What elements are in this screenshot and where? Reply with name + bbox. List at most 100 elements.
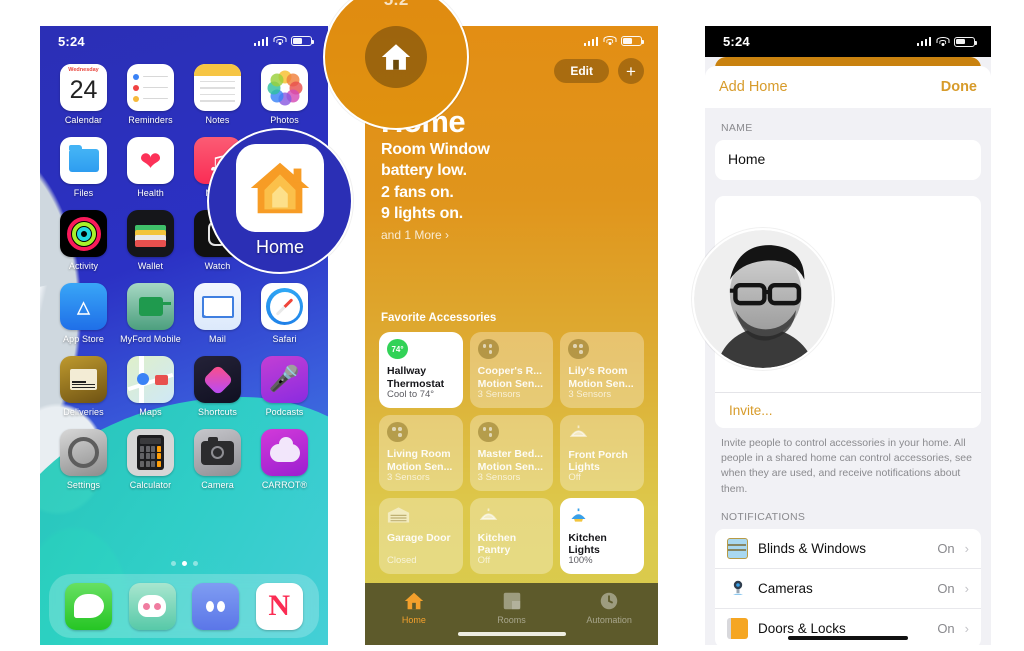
app-mail[interactable]: Mail xyxy=(184,283,251,344)
accessory-tile-livingroom-motion[interactable]: Living Room Motion Sen... 3 Sensors xyxy=(379,415,463,492)
app-wallet[interactable]: Wallet xyxy=(117,210,184,271)
home-indicator[interactable] xyxy=(457,632,566,636)
status-time: 5:24 xyxy=(58,33,85,49)
camera-icon xyxy=(194,429,241,476)
invite-button[interactable]: Invite... xyxy=(715,392,981,428)
app-label: Health xyxy=(137,188,164,198)
home-status-summary: Room Window battery low. 2 fans on. 9 li… xyxy=(381,139,642,224)
accessory-tile-kitchen-lights[interactable]: Kitchen Lights 100% xyxy=(560,498,644,575)
activity-icon xyxy=(60,210,107,257)
app-label: Podcasts xyxy=(265,407,304,417)
accessory-status: Cool to 74° xyxy=(387,389,435,401)
accessory-tile-masterbed-motion[interactable]: Master Bed... Motion Sen... 3 Sensors xyxy=(469,415,554,492)
dock-app-news[interactable]: N xyxy=(255,582,303,630)
edit-button[interactable]: Edit xyxy=(554,59,609,83)
app-maps[interactable]: Maps xyxy=(117,356,184,417)
tab-label: Home xyxy=(401,615,426,625)
podcasts-icon: 🎤 xyxy=(261,356,308,403)
app-photos[interactable]: Photos xyxy=(251,64,318,125)
thermostat-icon: 74° xyxy=(387,339,408,360)
motion-sensor-icon xyxy=(477,339,499,360)
lamp-icon xyxy=(478,505,499,526)
battery-icon xyxy=(621,36,644,46)
accessory-tile-frontporch-lights[interactable]: Front Porch Lights Off xyxy=(560,415,644,492)
done-button[interactable]: Done xyxy=(941,79,977,95)
page-dots[interactable] xyxy=(40,561,328,566)
status-line: 2 fans on. xyxy=(381,183,454,201)
lamp-icon xyxy=(568,505,589,526)
notification-value: On xyxy=(937,540,955,556)
add-button[interactable]: + xyxy=(618,58,644,84)
notification-row-cameras[interactable]: Cameras On › xyxy=(715,569,981,609)
blinds-icon xyxy=(727,537,748,559)
tab-home[interactable]: Home xyxy=(365,590,463,645)
app-label: Deliveries xyxy=(63,407,104,417)
home-indicator[interactable] xyxy=(788,635,908,640)
app-activity[interactable]: Activity xyxy=(50,210,117,271)
app-deliveries[interactable]: Deliveries xyxy=(50,356,117,417)
wallet-icon xyxy=(127,210,174,257)
app-files[interactable]: Files xyxy=(50,137,117,198)
home-name-input[interactable] xyxy=(728,151,968,167)
status-indicators xyxy=(253,36,314,46)
battery-icon xyxy=(954,36,977,47)
status-line: 9 lights on. xyxy=(381,204,464,222)
dock-app-tweetbot[interactable] xyxy=(192,582,240,630)
chevron-right-icon: › xyxy=(964,620,969,636)
notifications-section-label: NOTIFICATIONS xyxy=(721,510,806,523)
accessory-tile-thermostat[interactable]: 74° Hallway Thermostat Cool to 74° xyxy=(379,332,463,409)
messages-icon xyxy=(65,582,113,630)
home-app-icon xyxy=(236,144,324,232)
health-icon: ❤ xyxy=(127,137,174,184)
tab-label: Automation xyxy=(586,615,632,625)
battery-icon xyxy=(291,36,314,46)
door-icon xyxy=(727,617,748,639)
cellular-bars-icon xyxy=(916,37,931,46)
app-settings[interactable]: Settings xyxy=(50,429,117,490)
accessory-tile-coopers-motion[interactable]: Cooper's R... Motion Sen... 3 Sensors xyxy=(469,332,554,409)
dock-app-apollo[interactable] xyxy=(128,582,176,630)
app-reminders[interactable]: Reminders xyxy=(117,64,184,125)
photos-icon xyxy=(261,64,308,111)
app-podcasts[interactable]: 🎤 Podcasts xyxy=(251,356,318,417)
deliveries-icon xyxy=(60,356,107,403)
status-bar: 5:24 xyxy=(705,26,991,57)
tab-rooms[interactable]: Rooms xyxy=(463,590,561,645)
tweetbot-icon xyxy=(192,582,240,630)
accessory-name: Garage Door xyxy=(387,532,451,545)
app-calendar[interactable]: Wednesday 24 Calendar xyxy=(50,64,117,125)
app-appstore[interactable]: ▵ App Store xyxy=(50,283,117,344)
accessory-tile-garage-door[interactable]: Garage Door Closed xyxy=(379,498,463,575)
accessory-name: Kitchen Pantry xyxy=(477,532,517,556)
notification-row-blinds[interactable]: Blinds & Windows On › xyxy=(715,529,981,569)
app-label: Safari xyxy=(272,334,297,344)
app-safari[interactable]: Safari xyxy=(251,283,318,344)
app-carrot[interactable]: CARROT® xyxy=(251,429,318,490)
tab-automation[interactable]: Automation xyxy=(560,590,658,645)
wifi-icon xyxy=(273,36,286,46)
calendar-icon: Wednesday 24 xyxy=(60,64,107,111)
house-icon xyxy=(404,592,423,610)
accessory-name: Kitchen Lights xyxy=(568,532,607,556)
reminders-icon xyxy=(127,64,174,111)
notification-value: On xyxy=(937,620,955,636)
chevron-right-icon: › xyxy=(964,580,969,596)
accessory-tile-kitchen-pantry[interactable]: Kitchen Pantry Off xyxy=(469,498,554,575)
accessory-status: 3 Sensors xyxy=(387,472,430,484)
app-calculator[interactable]: Calculator xyxy=(117,429,184,490)
dock-app-messages[interactable] xyxy=(65,582,113,630)
accessory-name: Front Porch Lights xyxy=(568,449,628,473)
app-myford[interactable]: MyFord Mobile xyxy=(117,283,184,344)
iphone-home-screen-panel: 5:24 Wednesday 24 Calendar Reminders Not… xyxy=(40,26,328,645)
app-camera[interactable]: Camera xyxy=(184,429,251,490)
automation-clock-icon xyxy=(600,592,618,610)
accessory-tile-lilys-motion[interactable]: Lily's Room Motion Sen... 3 Sensors xyxy=(560,332,644,409)
name-field-container[interactable] xyxy=(715,140,981,180)
app-label: Mail xyxy=(209,334,226,344)
app-health[interactable]: ❤ Health xyxy=(117,137,184,198)
maps-icon xyxy=(127,356,174,403)
and-more-link[interactable]: and 1 More › xyxy=(381,228,449,242)
app-shortcuts[interactable]: Shortcuts xyxy=(184,356,251,417)
app-notes[interactable]: Notes xyxy=(184,64,251,125)
name-section-label: NAME xyxy=(721,122,753,134)
